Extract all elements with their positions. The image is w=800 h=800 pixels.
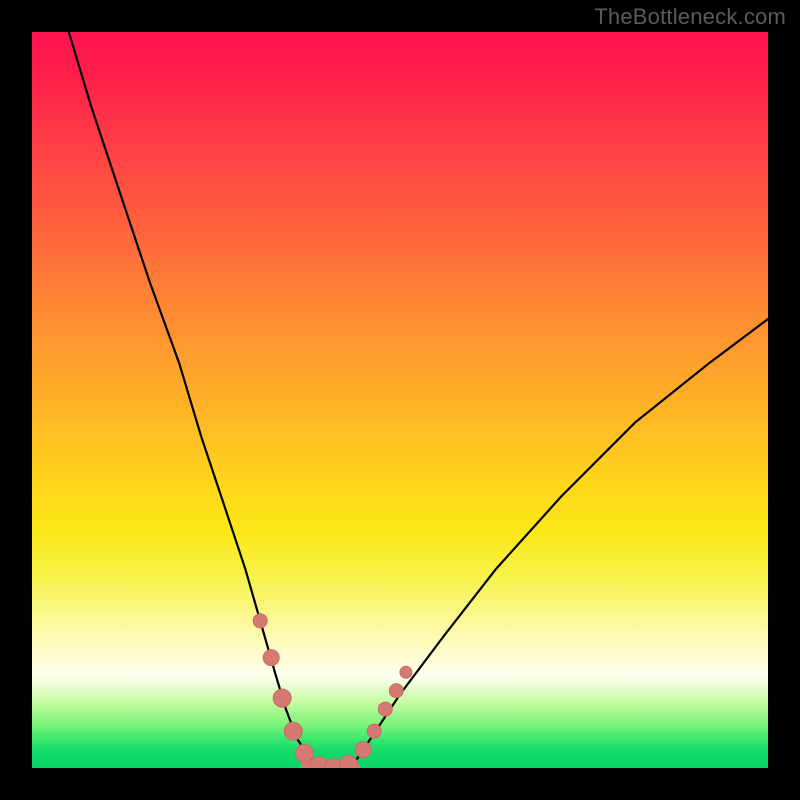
curve-marker bbox=[355, 742, 371, 758]
curve-marker bbox=[367, 724, 381, 738]
chart-svg bbox=[32, 32, 768, 768]
curve-marker bbox=[340, 755, 358, 768]
curve-marker bbox=[295, 744, 313, 762]
curve-marker bbox=[253, 614, 267, 628]
chart-frame: TheBottleneck.com bbox=[0, 0, 800, 800]
bottleneck-curve bbox=[69, 32, 768, 768]
curve-marker bbox=[389, 684, 403, 698]
watermark-text: TheBottleneck.com bbox=[594, 4, 786, 30]
curve-marker bbox=[284, 722, 302, 740]
curve-marker bbox=[273, 689, 291, 707]
markers-group bbox=[253, 614, 412, 768]
curve-marker bbox=[400, 666, 412, 678]
plot-area bbox=[32, 32, 768, 768]
curve-marker bbox=[263, 650, 279, 666]
curve-marker bbox=[378, 702, 392, 716]
